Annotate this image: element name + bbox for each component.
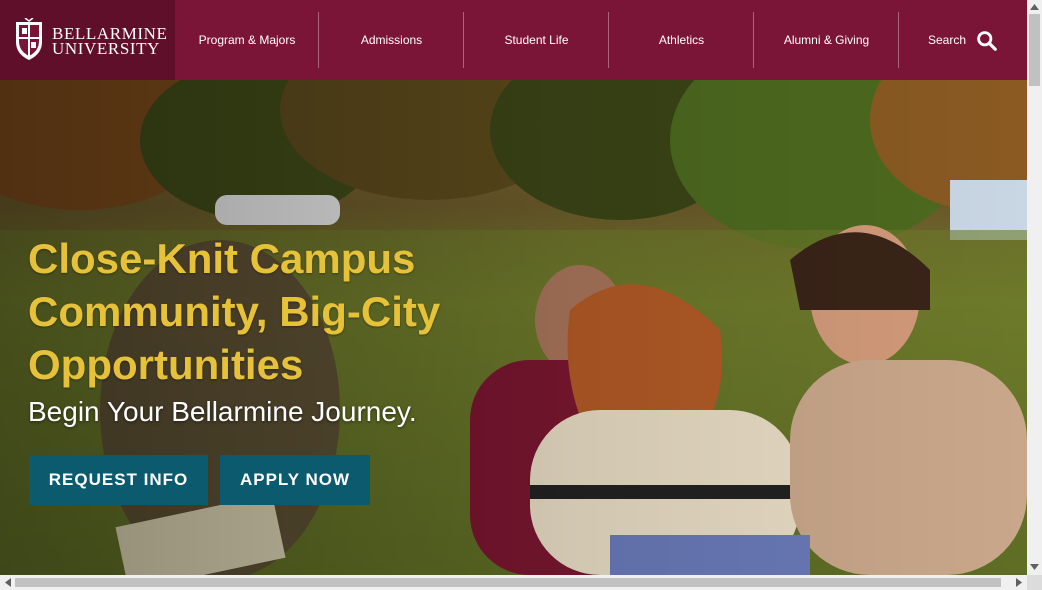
hero-banner: Close-Knit Campus Community, Big-City Op… <box>0 80 1027 575</box>
nav-item-admissions[interactable]: Admissions <box>319 0 464 80</box>
page-viewport: BELLARMINE UNIVERSITY Program & Majors A… <box>0 0 1027 575</box>
scrollbar-corner <box>1027 575 1042 590</box>
horizontal-scrollbar[interactable] <box>0 575 1027 590</box>
logo-wordmark: BELLARMINE UNIVERSITY <box>52 25 168 58</box>
apply-now-button[interactable]: APPLY NOW <box>220 455 370 505</box>
scroll-left-icon[interactable] <box>4 578 11 587</box>
hero-headline: Close-Knit Campus Community, Big-City Op… <box>28 235 441 388</box>
request-info-button[interactable]: REQUEST INFO <box>29 455 208 505</box>
nav-item-student-life[interactable]: Student Life <box>464 0 609 80</box>
nav-item-programs[interactable]: Program & Majors <box>175 0 319 80</box>
scroll-down-icon[interactable] <box>1030 564 1039 571</box>
horizontal-scroll-thumb[interactable] <box>15 578 1001 587</box>
logo-line-2: UNIVERSITY <box>52 39 160 58</box>
site-header: BELLARMINE UNIVERSITY Program & Majors A… <box>0 0 1027 80</box>
search-label: Search <box>927 33 967 47</box>
scroll-right-icon[interactable] <box>1016 578 1023 587</box>
search-icon <box>977 30 997 51</box>
scroll-up-icon[interactable] <box>1030 3 1039 10</box>
vertical-scrollbar[interactable] <box>1027 0 1042 575</box>
search-button[interactable]: Search <box>898 0 1027 80</box>
nav-item-alumni-giving[interactable]: Alumni & Giving <box>754 0 899 80</box>
vertical-scroll-thumb[interactable] <box>1029 14 1040 86</box>
site-logo[interactable]: BELLARMINE UNIVERSITY <box>0 0 175 80</box>
nav-item-athletics[interactable]: Athletics <box>609 0 754 80</box>
hero-subhead: Begin Your Bellarmine Journey. <box>28 396 417 427</box>
shield-icon <box>16 18 42 60</box>
